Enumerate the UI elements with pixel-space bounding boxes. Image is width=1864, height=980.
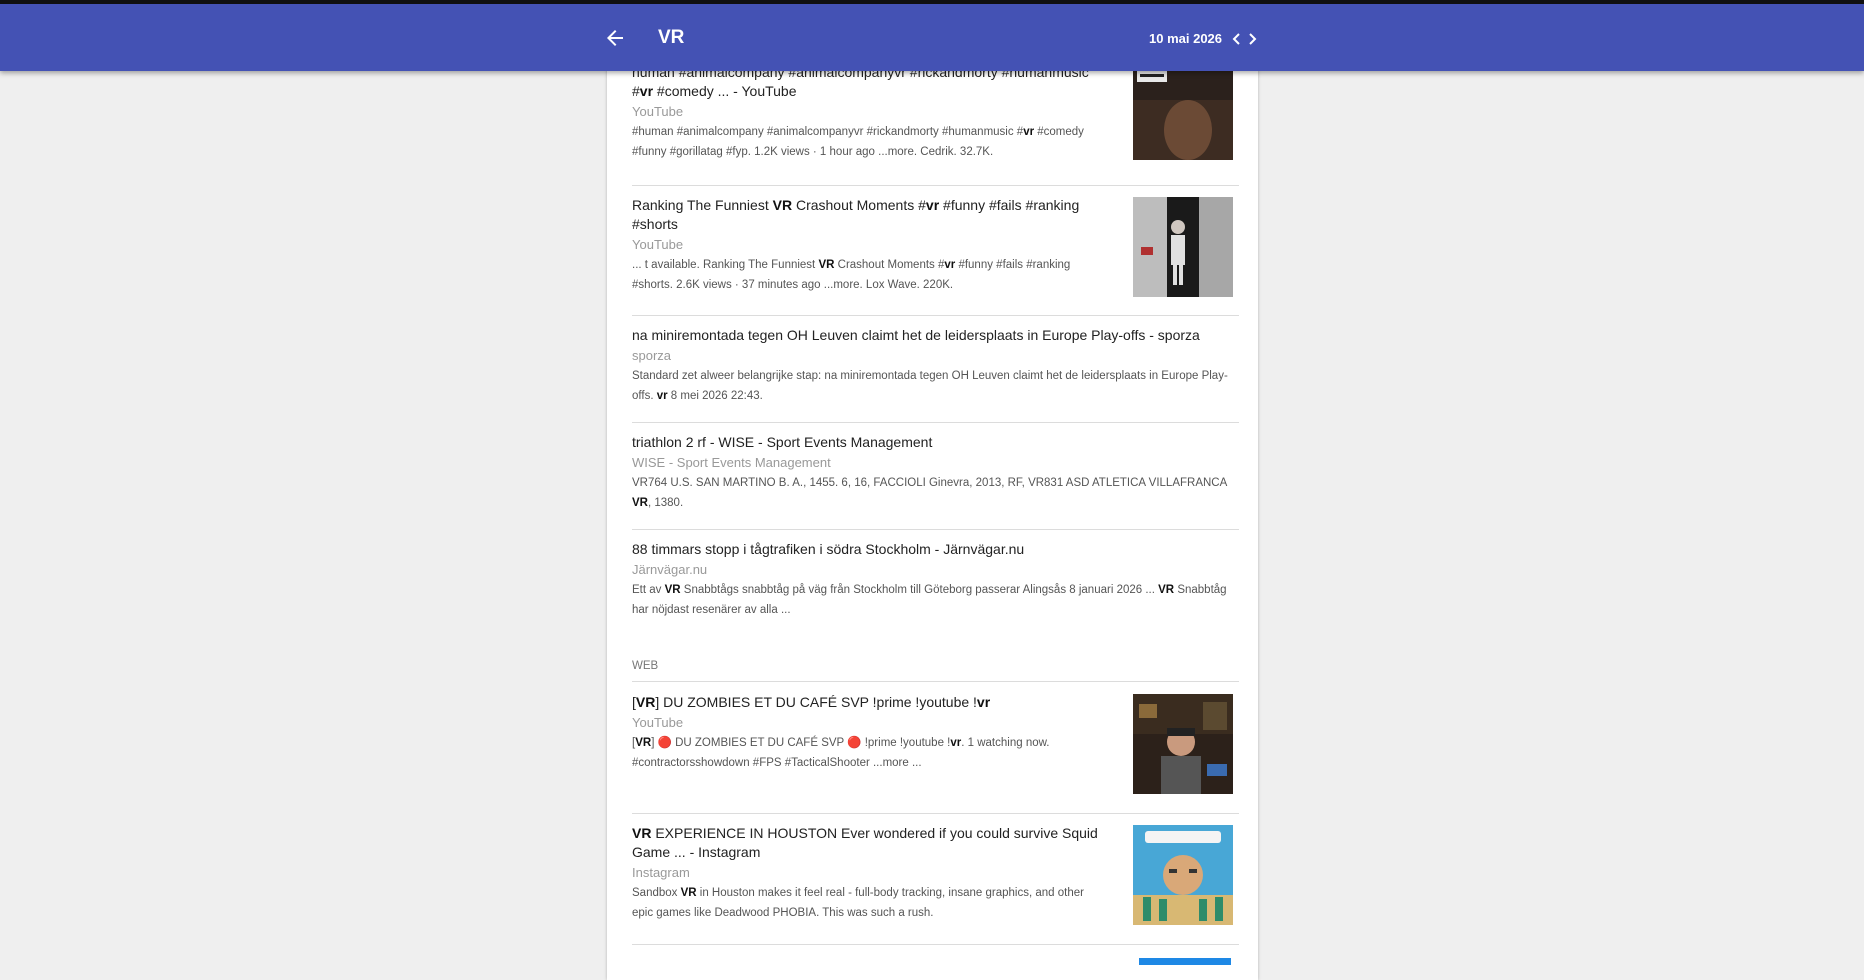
result-thumbnail[interactable] xyxy=(1133,825,1233,925)
result-thumbnail[interactable] xyxy=(1133,60,1233,160)
result-source: Järnvägar.nu xyxy=(632,562,708,577)
result-title[interactable]: 88 timmars stopp i tågtrafiken i södra S… xyxy=(632,540,1239,559)
result-snippet: #human #animalcompany #animalcompanyvr #… xyxy=(632,126,1084,158)
result-source: YouTube xyxy=(632,237,684,252)
divider xyxy=(632,315,1239,316)
result-snippet: Sandbox VR in Houston makes it feel real… xyxy=(632,887,1084,919)
result-thumbnail[interactable] xyxy=(1139,955,1231,965)
result-title[interactable]: VR EXPERIENCE IN HOUSTON Ever wondered i… xyxy=(632,824,1102,862)
date-label: 10 mai 2026 xyxy=(1149,31,1223,46)
result-source: sporza xyxy=(632,348,672,363)
arrow-left-icon xyxy=(607,30,623,46)
divider xyxy=(632,422,1239,423)
next-day-button[interactable] xyxy=(1245,31,1259,47)
result-snippet: ... t available. Ranking The Funniest VR… xyxy=(632,259,1071,291)
result-thumbnail[interactable] xyxy=(1133,197,1233,297)
chevron-left-icon xyxy=(1232,33,1240,45)
result-source: YouTube xyxy=(632,715,684,730)
list-item[interactable]: triathlon 2 rf - WISE - Sport Events Man… xyxy=(632,433,1239,513)
result-snippet: VR764 U.S. SAN MARTINO B. A., 1455. 6, 1… xyxy=(632,477,1227,509)
result-snippet: [VR] 🔴 DU ZOMBIES ET DU CAFÉ SVP 🔴 !prim… xyxy=(632,737,1050,769)
result-title[interactable]: triathlon 2 rf - WISE - Sport Events Man… xyxy=(632,433,1239,452)
app-bar: VR 10 mai 2026 xyxy=(0,4,1864,71)
page-title: VR xyxy=(658,27,685,48)
section-header-web: WEB xyxy=(632,660,659,672)
back-button[interactable] xyxy=(603,26,627,50)
list-item[interactable]: na miniremontada tegen OH Leuven claimt … xyxy=(632,326,1239,406)
result-thumbnail[interactable] xyxy=(1133,694,1233,794)
result-source: YouTube xyxy=(632,104,684,119)
divider xyxy=(632,944,1239,945)
chevron-right-icon xyxy=(1249,33,1257,45)
result-source: WISE - Sport Events Management xyxy=(632,455,831,470)
divider xyxy=(632,185,1239,186)
results-card: human #animalcompany #animalcompanyvr #r… xyxy=(607,60,1258,980)
divider xyxy=(632,681,1239,682)
divider xyxy=(632,529,1239,530)
previous-day-button[interactable] xyxy=(1230,31,1244,47)
result-source: Instagram xyxy=(632,865,690,880)
result-title[interactable]: Ranking The Funniest VR Crashout Moments… xyxy=(632,196,1102,234)
divider xyxy=(632,813,1239,814)
result-title[interactable]: [VR] DU ZOMBIES ET DU CAFÉ SVP !prime !y… xyxy=(632,693,1102,712)
result-snippet: Standard zet alweer belangrijke stap: na… xyxy=(632,370,1228,402)
result-title[interactable]: na miniremontada tegen OH Leuven claimt … xyxy=(632,326,1239,345)
list-item[interactable]: 88 timmars stopp i tågtrafiken i södra S… xyxy=(632,540,1239,620)
result-snippet: Ett av VR Snabbtågs snabbtåg på väg från… xyxy=(632,584,1227,616)
